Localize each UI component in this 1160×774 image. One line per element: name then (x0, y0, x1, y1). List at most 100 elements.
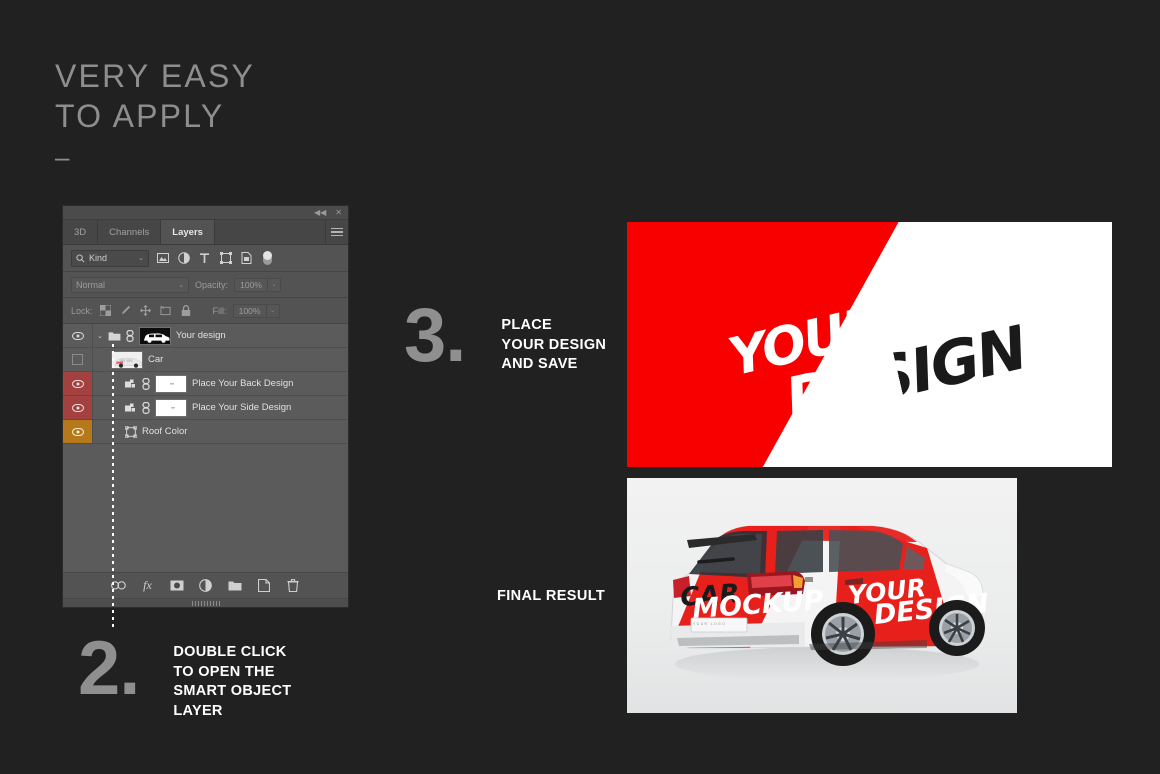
search-icon (76, 253, 85, 262)
chevron-down-icon[interactable]: ⌄ (97, 332, 103, 340)
hamburger-icon[interactable] (326, 220, 348, 244)
layer-thumbnail[interactable] (138, 326, 171, 345)
opacity-label: Opacity: (195, 279, 229, 290)
layer-body: Car (107, 348, 348, 371)
new-group-icon[interactable] (227, 578, 242, 593)
panel-resize-grip[interactable] (63, 598, 348, 607)
design-preview-image: DESIGN YOUR (627, 222, 1112, 467)
lock-image-icon[interactable] (119, 304, 133, 318)
shape-filter-icon[interactable] (218, 251, 233, 266)
step-2-text: DOUBLE CLICK TO OPEN THE SMART OBJECT LA… (173, 644, 292, 719)
chevron-down-icon: ⌄ (138, 255, 144, 262)
lock-label: Lock: (71, 305, 93, 316)
table-row[interactable]: Roof Color (63, 420, 348, 444)
delete-layer-icon[interactable] (285, 578, 300, 593)
layer-visibility-toggle[interactable] (63, 396, 93, 419)
tab-channels[interactable]: Channels (98, 220, 162, 244)
table-row[interactable]: Car (63, 348, 348, 372)
lock-artboard-icon[interactable] (159, 304, 173, 318)
step-2: 2. DOUBLE CLICK TO OPEN THE SMART OBJECT… (78, 626, 292, 721)
layer-name: Car (148, 354, 164, 365)
layer-filter-row: Kind ⌄ (63, 245, 348, 272)
layer-thumbnail[interactable] (155, 374, 187, 393)
layer-name: Place Your Side Design (192, 402, 292, 413)
panel-tab-bar: 3D Channels Layers (63, 220, 348, 245)
side-mirror-stub (805, 577, 813, 582)
layer-name: Your design (175, 330, 226, 341)
smart-object-icon (125, 402, 137, 414)
side-window-1 (775, 530, 823, 574)
link-icon[interactable] (142, 401, 150, 414)
shape-icon (125, 425, 137, 438)
layer-style-fx-icon[interactable]: fx (140, 578, 155, 593)
layer-visibility-toggle[interactable] (63, 348, 93, 371)
table-row[interactable]: ⌄ Your design (63, 324, 348, 348)
opacity-chevron-icon[interactable]: ⌄ (268, 277, 282, 292)
link-icon[interactable] (126, 329, 134, 342)
layer-name: Place Your Back Design (192, 378, 294, 389)
tab-3d[interactable]: 3D (63, 220, 99, 244)
layer-list: ⌄ Your design Car Place Your Back Design… (63, 324, 348, 444)
eye-off-icon (72, 354, 83, 365)
eye-icon (71, 403, 84, 412)
layer-body: Place Your Side Design (121, 396, 348, 419)
lock-all-icon[interactable] (179, 304, 193, 318)
step-3: 3. PLACE YOUR DESIGN AND SAVE (404, 293, 606, 378)
folder-icon (108, 331, 121, 341)
fill-label: Fill: (212, 305, 227, 316)
kind-filter-select[interactable]: Kind ⌄ (71, 249, 149, 267)
image-filter-icon[interactable] (155, 251, 170, 266)
photoshop-layers-panel: ◀◀ ✕ 3D Channels Layers Kind ⌄ Normal ⌄ … (62, 205, 349, 608)
blend-mode-row: Normal ⌄ Opacity: 100% ⌄ (63, 272, 348, 298)
layer-list-empty-area[interactable] (63, 444, 348, 572)
table-row[interactable]: Place Your Back Design (63, 372, 348, 396)
car-illustration: CAR MOCKUP YOUR DESIGN (670, 525, 991, 681)
blend-mode-select[interactable]: Normal ⌄ (71, 276, 189, 293)
car-mockup-image: CAR MOCKUP YOUR DESIGN YOUR LOGO (627, 478, 1017, 713)
eye-icon (71, 331, 84, 340)
layer-thumbnail[interactable] (111, 350, 143, 369)
layer-body: Place Your Back Design (121, 372, 348, 395)
lock-transparent-icon[interactable] (99, 304, 113, 318)
grip-icon (191, 600, 220, 606)
eye-icon (71, 427, 84, 436)
smart-object-icon (125, 378, 137, 390)
filter-toggle-icon[interactable] (260, 251, 275, 266)
step-3-number: 3. (404, 293, 466, 378)
fill-chevron-icon[interactable]: ⌄ (266, 303, 280, 318)
page-title: VERY EASY TO APPLY – (55, 56, 256, 172)
guide-line (112, 344, 114, 630)
final-result-label: FINAL RESULT (497, 588, 606, 604)
chevron-down-icon: ⌄ (178, 281, 184, 289)
fill-input[interactable]: 100% (232, 303, 267, 318)
headline-line-1: VERY EASY (55, 58, 256, 94)
panel-bottom-toolbar: fx (63, 572, 348, 598)
layer-visibility-toggle[interactable] (63, 372, 93, 395)
headline-dash: – (55, 142, 72, 172)
layer-body: ⌄ Your design (93, 324, 348, 347)
design-wordmark: DESIGN YOUR (627, 222, 1112, 467)
adjustment-layer-icon[interactable] (198, 578, 213, 593)
close-icon[interactable]: ✕ (335, 208, 342, 217)
eye-icon (71, 379, 84, 388)
layer-body: Roof Color (121, 420, 348, 443)
layer-mask-icon[interactable] (169, 578, 184, 593)
page-root: VERY EASY TO APPLY – ◀◀ ✕ 3D Channels La… (0, 0, 1160, 774)
layer-thumbnail[interactable] (155, 398, 187, 417)
tab-layers[interactable]: Layers (161, 220, 215, 244)
adjustment-filter-icon[interactable] (176, 251, 191, 266)
lock-position-icon[interactable] (139, 304, 153, 318)
tab-filler (215, 220, 326, 244)
step-2-number: 2. (78, 626, 140, 711)
opacity-input[interactable]: 100% (234, 277, 269, 292)
layer-visibility-toggle[interactable] (63, 324, 93, 347)
table-row[interactable]: Place Your Side Design (63, 396, 348, 420)
blend-mode-value: Normal (76, 279, 106, 290)
smart-object-filter-icon[interactable] (239, 251, 254, 266)
link-icon[interactable] (142, 377, 150, 390)
collapse-icon[interactable]: ◀◀ (314, 208, 326, 217)
text-filter-icon[interactable] (197, 251, 212, 266)
new-layer-icon[interactable] (256, 578, 271, 593)
layer-name: Roof Color (142, 426, 188, 437)
layer-visibility-toggle[interactable] (63, 420, 93, 443)
